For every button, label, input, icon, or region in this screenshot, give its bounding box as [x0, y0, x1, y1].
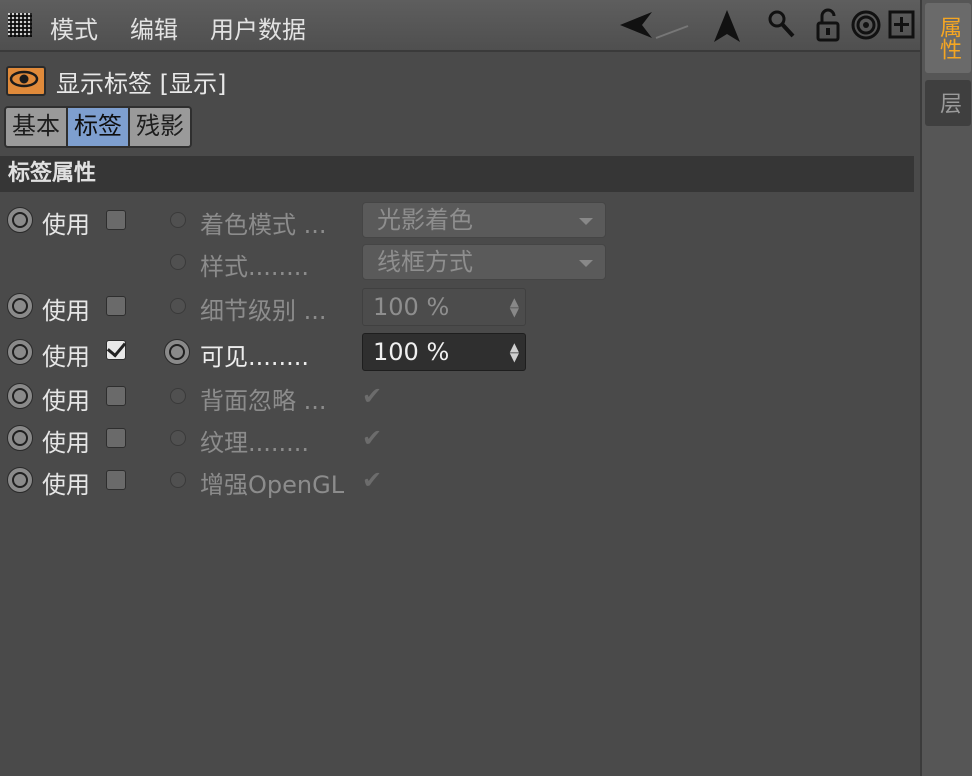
use-checkbox[interactable]	[106, 470, 126, 490]
new-panel-icon[interactable]	[888, 8, 916, 42]
use-label: 使用	[42, 297, 90, 325]
use-checkbox[interactable]	[106, 386, 126, 406]
use-checkbox[interactable]	[106, 340, 126, 360]
side-panel: 属性 层	[920, 0, 972, 776]
stepper-arrows-icon[interactable]: ▲ ▼	[510, 296, 519, 318]
animate-radio-icon[interactable]	[7, 293, 33, 319]
backface-culling-label: 背面忽略 ...	[200, 387, 327, 415]
menu-bar: 模式 编辑 用户数据	[0, 0, 920, 52]
menu-mode[interactable]: 模式	[50, 10, 98, 45]
eye-icon	[6, 66, 46, 96]
shading-mode-label: 着色模式 ...	[200, 211, 327, 239]
animate-radio-icon[interactable]	[164, 339, 190, 365]
use-label: 使用	[42, 387, 90, 415]
stepper-arrows-icon[interactable]: ▲ ▼	[510, 341, 519, 363]
up-arrow-icon[interactable]	[710, 8, 744, 44]
use-label: 使用	[42, 471, 90, 499]
animate-radio-icon[interactable]	[7, 383, 33, 409]
animate-radio-icon[interactable]	[170, 212, 186, 228]
animate-radio-icon[interactable]	[170, 472, 186, 488]
textures-checkbox[interactable]: ✔	[362, 424, 384, 452]
animate-radio-icon[interactable]	[170, 298, 186, 314]
textures-label: 纹理........	[200, 429, 310, 457]
style-label: 样式........	[200, 253, 310, 281]
page-title: 显示标签 [显示]	[56, 70, 227, 98]
side-tab-attributes[interactable]: 属性	[925, 3, 971, 73]
menu-edit[interactable]: 编辑	[130, 10, 178, 45]
animate-radio-icon[interactable]	[7, 425, 33, 451]
shading-mode-dropdown[interactable]: 光影着色	[362, 202, 606, 238]
style-dropdown[interactable]: 线框方式	[362, 244, 606, 280]
enhanced-opengl-label: 增强OpenGL	[200, 471, 345, 499]
use-label: 使用	[42, 211, 90, 239]
animate-radio-icon[interactable]	[170, 430, 186, 446]
animate-radio-icon[interactable]	[7, 339, 33, 365]
animate-radio-icon[interactable]	[7, 467, 33, 493]
lock-open-icon[interactable]	[814, 8, 844, 44]
menu-user-data[interactable]: 用户数据	[210, 10, 306, 45]
tab-motion-blur[interactable]: 残影	[130, 108, 190, 146]
level-of-detail-field[interactable]: 100 % ▲ ▼	[362, 288, 526, 326]
animate-radio-icon[interactable]	[170, 388, 186, 404]
enhanced-opengl-checkbox[interactable]: ✔	[362, 466, 384, 494]
animate-radio-icon[interactable]	[7, 207, 33, 233]
back-arrow-icon[interactable]	[616, 8, 692, 42]
tab-basic[interactable]: 基本	[6, 108, 68, 146]
use-checkbox[interactable]	[106, 210, 126, 230]
target-icon[interactable]	[850, 8, 882, 42]
use-checkbox[interactable]	[106, 296, 126, 316]
visibility-field[interactable]: 100 % ▲ ▼	[362, 333, 526, 371]
level-of-detail-label: 细节级别 ...	[200, 297, 327, 325]
backface-culling-checkbox[interactable]: ✔	[362, 382, 384, 410]
section-header: 标签属性	[0, 156, 914, 192]
side-tab-layers[interactable]: 层	[925, 80, 971, 126]
search-icon[interactable]	[766, 8, 796, 42]
panel-grip-icon[interactable]	[8, 13, 32, 37]
level-of-detail-value: 100 %	[373, 293, 450, 321]
use-label: 使用	[42, 343, 90, 371]
animate-radio-icon[interactable]	[170, 254, 186, 270]
tab-bar: 基本 标签 残影	[4, 106, 192, 148]
tab-tag[interactable]: 标签	[68, 108, 130, 146]
use-label: 使用	[42, 429, 90, 457]
visibility-value: 100 %	[373, 338, 450, 366]
use-checkbox[interactable]	[106, 428, 126, 448]
visibility-label: 可见........	[200, 343, 310, 371]
